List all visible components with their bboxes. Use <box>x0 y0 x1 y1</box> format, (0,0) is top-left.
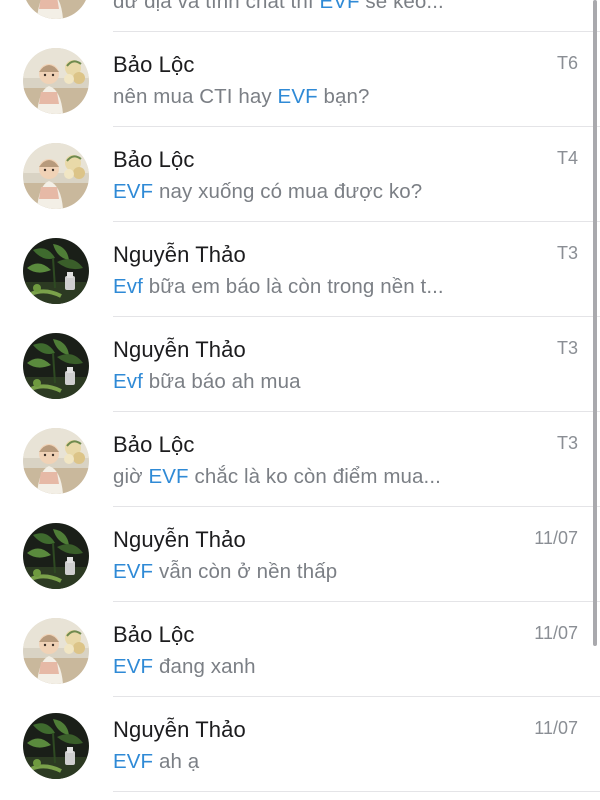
message-preview: EVF nay xuống có mua được ko? <box>113 180 422 204</box>
message-date: T3 <box>556 338 578 358</box>
contact-name: Nguyễn Thảo <box>113 527 246 552</box>
baby-photo-avatar[interactable] <box>23 48 89 114</box>
baby-photo-avatar[interactable] <box>23 0 89 19</box>
search-highlight: EVF <box>113 560 154 583</box>
row-separator <box>113 791 600 792</box>
conversation-row[interactable]: Nguyễn Thảo Evf bữa báo ah mua T3 <box>0 317 600 412</box>
contact-name: Nguyễn Thảo <box>113 242 246 267</box>
preview-text: bữa báo ah mua <box>142 370 301 393</box>
message-date: T4 <box>556 148 578 168</box>
conversation-row[interactable]: Bảo Lộc EVF nay xuống có mua được ko? T4 <box>0 127 600 222</box>
message-date: 11/07 <box>534 528 578 548</box>
preview-text: nên mua CTI hay <box>113 85 278 108</box>
preview-text: bữa em báo là còn trong nền t... <box>142 275 444 298</box>
baby-photo-avatar[interactable] <box>23 143 89 209</box>
message-preview: Evf bữa em báo là còn trong nền t... <box>113 275 444 299</box>
plant-photo-avatar[interactable] <box>23 238 89 304</box>
message-date: 11/07 <box>534 623 578 643</box>
preview-text: nay xuống có mua được ko? <box>153 180 423 203</box>
preview-text: ah ạ <box>153 750 200 773</box>
preview-text: dư địa và tính chất thì <box>113 0 320 13</box>
message-preview: Evf bữa báo ah mua <box>113 370 301 394</box>
preview-text: chắc là ko còn điểm mua... <box>188 465 441 488</box>
plant-photo-avatar[interactable] <box>23 713 89 779</box>
plant-photo-avatar[interactable] <box>23 523 89 589</box>
conversation-row[interactable]: Bảo Lộc EVF đang xanh 11/07 <box>0 602 600 697</box>
preview-text: giờ <box>113 465 149 488</box>
message-preview: EVF ah ạ <box>113 750 199 774</box>
message-preview: nên mua CTI hay EVF bạn? <box>113 85 370 109</box>
search-highlight: Evf <box>113 275 143 298</box>
preview-text: bạn? <box>317 85 370 108</box>
message-date: T6 <box>556 53 578 73</box>
preview-text: vẫn còn ở nền thấp <box>153 560 338 583</box>
contact-name: Nguyễn Thảo <box>113 717 246 742</box>
scrollbar[interactable] <box>593 0 597 646</box>
search-highlight: EVF <box>319 0 360 13</box>
preview-text: đang xanh <box>153 655 256 678</box>
conversation-row[interactable]: Bảo Lộc giờ EVF chắc là ko còn điểm mua..… <box>0 412 600 507</box>
conversation-row[interactable]: Nguyễn Thảo EVF vẫn còn ở nền thấp 11/07 <box>0 507 600 602</box>
conversation-row[interactable]: Nguyễn Thảo EVF ah ạ 11/07 <box>0 697 600 792</box>
contact-name: Bảo Lộc <box>113 432 195 457</box>
message-preview: dư địa và tính chất thì EVF sẽ kéo... <box>113 0 444 14</box>
search-highlight: EVF <box>113 655 154 678</box>
search-highlight: EVF <box>148 465 189 488</box>
message-date: 11/07 <box>534 718 578 738</box>
search-highlight: Evf <box>113 370 143 393</box>
message-date: T3 <box>556 433 578 453</box>
conversation-row[interactable]: dư địa và tính chất thì EVF sẽ kéo... <box>0 0 600 32</box>
search-highlight: EVF <box>277 85 318 108</box>
conversation-list: dư địa và tính chất thì EVF sẽ kéo... Bả… <box>0 0 600 792</box>
message-date: T3 <box>556 243 578 263</box>
contact-name: Bảo Lộc <box>113 622 195 647</box>
contact-name: Nguyễn Thảo <box>113 337 246 362</box>
contact-name: Bảo Lộc <box>113 52 195 77</box>
contact-name: Bảo Lộc <box>113 147 195 172</box>
message-preview: EVF đang xanh <box>113 655 256 679</box>
preview-text: sẽ kéo... <box>359 0 444 13</box>
baby-photo-avatar[interactable] <box>23 618 89 684</box>
message-preview: EVF vẫn còn ở nền thấp <box>113 560 337 584</box>
baby-photo-avatar[interactable] <box>23 428 89 494</box>
plant-photo-avatar[interactable] <box>23 333 89 399</box>
message-preview: giờ EVF chắc là ko còn điểm mua... <box>113 465 441 489</box>
search-highlight: EVF <box>113 750 154 773</box>
search-highlight: EVF <box>113 180 154 203</box>
conversation-row[interactable]: Bảo Lộc nên mua CTI hay EVF bạn? T6 <box>0 32 600 127</box>
conversation-row[interactable]: Nguyễn Thảo Evf bữa em báo là còn trong n… <box>0 222 600 317</box>
